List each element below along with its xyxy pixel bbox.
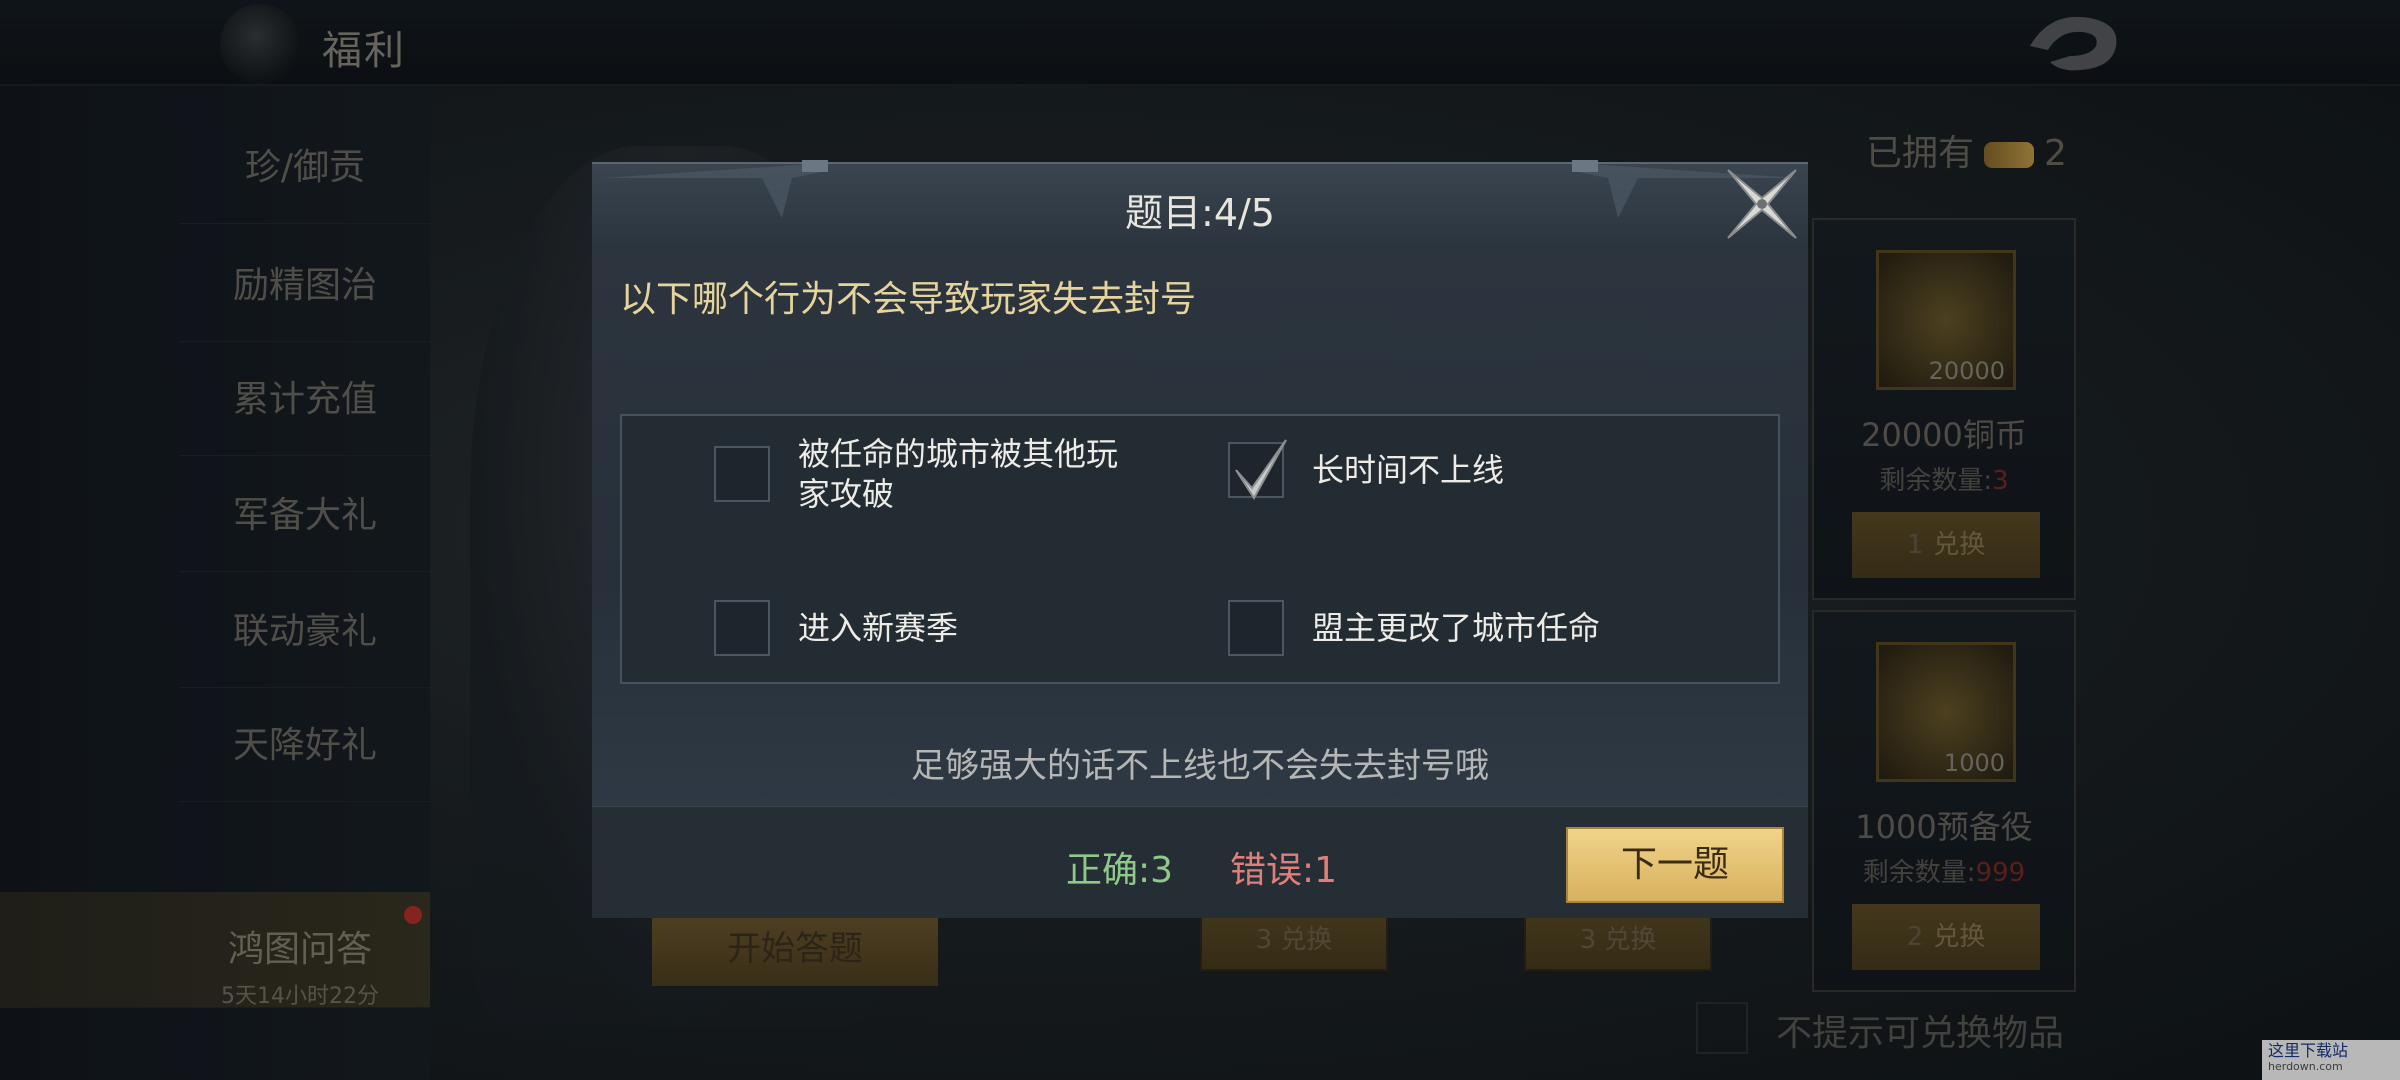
option-label: 被任命的城市被其他玩 家攻破 [798,434,1118,514]
modal-body: 以下哪个行为不会导致玩家失去封号 被任命的城市被其他玩 家攻破 长时间不上线 进… [592,250,1808,806]
option-checkbox[interactable] [1228,600,1284,656]
option-checkbox[interactable] [1228,439,1287,500]
quiz-progress-title: 题目:4/5 [1125,191,1275,235]
correct-count: 正确:3 [1066,850,1174,891]
checkmark-icon [1235,439,1287,500]
option-label: 长时间不上线 [1312,451,1505,489]
option-label: 进入新赛季 [798,609,959,647]
option-label-line: 家攻破 [798,475,895,513]
hint-text: 足够强大的话不上线也不会失去封号哦 [911,746,1489,786]
option-label: 盟主更改了城市任命 [1312,609,1601,647]
quiz-modal: 题目:4/5 以下哪个行为不会导致玩家失去封号 被任命的城市被其他玩 家攻破 长… [592,160,1808,918]
question-text: 以下哪个行为不会导致玩家失去封号 [620,279,1197,320]
option-leader-changed[interactable]: 盟主更改了城市任命 [1228,600,1600,656]
crossed-blades-close-icon[interactable] [1722,164,1802,244]
option-new-season[interactable]: 进入新赛季 [714,600,958,656]
wrong-count: 错误:1 [1230,850,1338,891]
option-city-captured[interactable]: 被任命的城市被其他玩 家攻破 [714,434,1118,514]
modal-header: 题目:4/5 [592,160,1808,250]
next-question-button[interactable]: 下一题 [1566,827,1784,903]
option-label-line: 被任命的城市被其他玩 [798,435,1119,473]
options-box: 被任命的城市被其他玩 家攻破 长时间不上线 进入新赛季 盟主更改了城市任命 [620,414,1780,684]
modal-footer: 正确:3 错误:1 下一题 [592,806,1808,918]
option-checkbox[interactable] [714,600,770,656]
option-checkbox[interactable] [714,446,770,502]
option-offline-long[interactable]: 长时间不上线 [1228,439,1505,500]
